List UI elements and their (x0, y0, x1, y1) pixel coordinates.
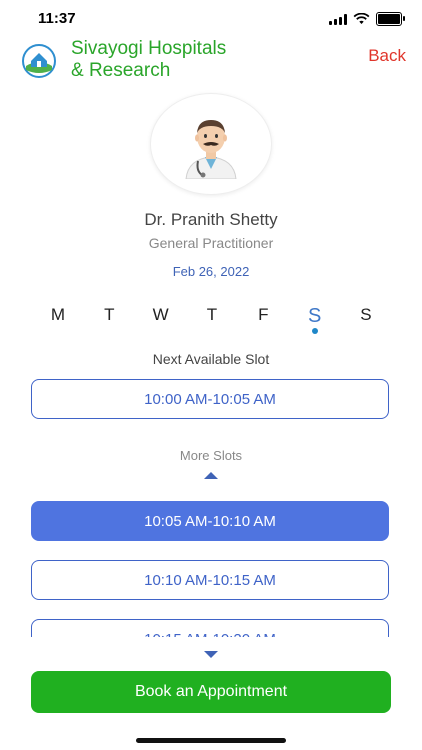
slot-button[interactable]: 10:10 AM-10:15 AM (31, 560, 389, 600)
selected-date: Feb 26, 2022 (172, 264, 250, 279)
wifi-icon (353, 13, 370, 24)
brand-line-1: Sivayogi Hospitals (71, 38, 227, 59)
selected-day-dot (311, 328, 318, 334)
day-monday[interactable]: M (36, 305, 80, 335)
day-tuesday[interactable]: T (87, 305, 131, 335)
day-sunday[interactable]: S (344, 305, 388, 335)
slot-button[interactable]: 10:15 AM-10:20 AM (31, 619, 389, 637)
brand-line-2: & Research (71, 60, 171, 81)
doctor-avatar (150, 93, 272, 195)
brand-title: Sivayogi Hospitals & Research (71, 38, 226, 82)
scroll-down-icon[interactable] (204, 651, 218, 658)
next-available-slot-button[interactable]: 10:00 AM-10:05 AM (31, 379, 389, 419)
more-slots-label: More Slots (179, 448, 243, 463)
hospital-logo-icon (22, 44, 56, 78)
doctor-specialty: General Practitioner (148, 235, 274, 251)
day-thursday[interactable]: T (190, 305, 234, 335)
day-friday[interactable]: F (241, 305, 285, 335)
slot-list[interactable]: 10:05 AM-10:10 AM 10:10 AM-10:15 AM 10:1… (0, 500, 422, 637)
cellular-signal-icon (329, 13, 347, 25)
battery-icon (376, 12, 405, 26)
doctor-avatar-icon (185, 120, 237, 179)
next-available-slot-label: Next Available Slot (152, 351, 270, 367)
slot-button[interactable]: 10:05 AM-10:10 AM (31, 501, 389, 541)
scroll-up-icon[interactable] (204, 472, 218, 479)
home-indicator[interactable] (136, 738, 286, 743)
status-icons (329, 12, 405, 26)
doctor-name: Dr. Pranith Shetty (144, 210, 278, 229)
day-saturday[interactable]: S (293, 305, 337, 335)
book-appointment-button[interactable]: Book an Appointment (31, 671, 391, 713)
back-button[interactable]: Back (368, 46, 406, 66)
status-time: 11:37 (38, 10, 76, 27)
day-wednesday[interactable]: W (139, 305, 183, 335)
week-day-selector: M T W T F S S (36, 305, 388, 335)
